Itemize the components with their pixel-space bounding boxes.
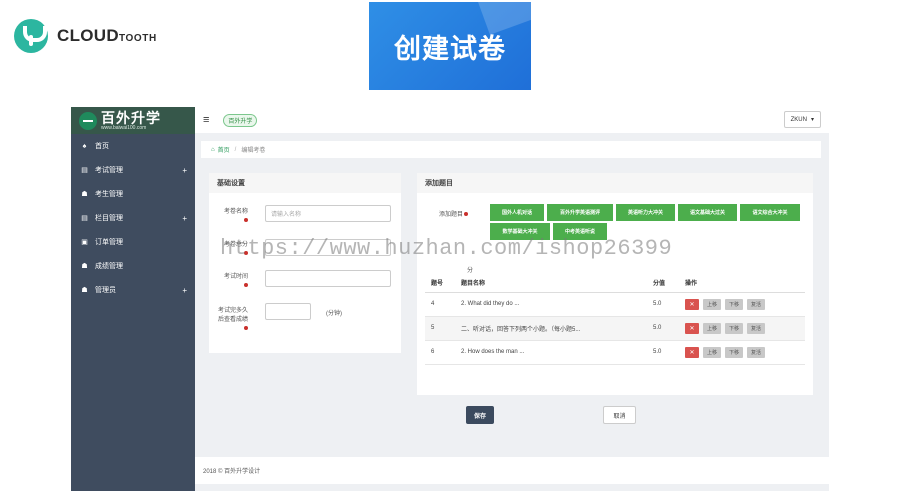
score-unit-label: 分 bbox=[467, 268, 474, 274]
question-number: 6 bbox=[425, 340, 455, 365]
order-icon: ▣ bbox=[81, 239, 88, 246]
score-icon: ☗ bbox=[81, 263, 88, 270]
column-header: 分值 bbox=[647, 274, 679, 293]
move-down-button[interactable]: 下移 bbox=[725, 346, 744, 358]
questions-table: 题号 题目名称 分值 操作 4 2. What did they do ... … bbox=[425, 274, 805, 365]
home-icon: ♠ bbox=[82, 142, 87, 150]
breadcrumb: ⌂ 首页 / 编辑考卷 bbox=[201, 141, 821, 158]
question-type-button[interactable]: 国外人机对话 bbox=[490, 204, 544, 221]
footer-copyright: 2018 © 百外升学设计 bbox=[203, 469, 261, 475]
move-down-button[interactable]: 下移 bbox=[725, 322, 744, 334]
slide-title: 创建试卷 bbox=[394, 33, 506, 64]
reset-button[interactable]: 复活 bbox=[747, 298, 766, 310]
exam-time-label: 考试时间 bbox=[223, 274, 248, 280]
sidebar-menu: ♠ 首页 ▤ 考试管理 + ☗ 考生管理 ▤ 栏目管理 + ▣ 订单管理 ☗ 成绩管理 ☗ 管理员… bbox=[71, 134, 195, 302]
site-tag[interactable]: 百外升学 bbox=[223, 113, 258, 127]
cloudtooth-logo: CLOUDTOOTH bbox=[14, 19, 157, 53]
question-type-label: 添加题目 bbox=[439, 209, 469, 218]
add-questions-title: 添加题目 bbox=[417, 173, 813, 193]
footer: 2018 © 百外升学设计 bbox=[195, 457, 829, 484]
app-logo[interactable]: 百外升学 www.baiwai100.com bbox=[71, 107, 195, 134]
logo-title: 百外升学 bbox=[101, 109, 161, 126]
required-dot bbox=[244, 218, 248, 223]
sidebar-item-home[interactable]: ♠ 首页 bbox=[71, 134, 195, 158]
users-icon: ☗ bbox=[81, 191, 88, 198]
sidebar-item-scores[interactable]: ☗ 成绩管理 bbox=[71, 254, 195, 278]
cancel-button[interactable]: 取消 bbox=[603, 406, 636, 424]
delete-button[interactable]: ✕ bbox=[685, 346, 699, 358]
column-header: 操作 bbox=[679, 274, 805, 293]
topbar: ≡ 百外升学 ZKUN ▾ bbox=[195, 107, 829, 133]
delete-button[interactable]: ✕ bbox=[685, 298, 699, 310]
add-questions-panel: 添加题目 添加题目 国外人机对话 百外升学英语测评 英语听力大冲关 语文基础大过… bbox=[417, 173, 813, 395]
review-delay-input[interactable] bbox=[265, 303, 311, 320]
review-delay-label: 考试完多久后查看成绩 bbox=[218, 307, 248, 334]
logo-url: www.baiwai100.com bbox=[101, 124, 147, 131]
delete-button[interactable]: ✕ bbox=[685, 322, 699, 334]
paper-name-row: 考卷名称 请输入名称 bbox=[209, 203, 401, 233]
table-row: 5 二、听对话，回答下列两个小题。（每小题5... 5.0 ✕ 上移 下移 复活 bbox=[425, 316, 805, 341]
table-row: 4 2. What did they do ... 5.0 ✕ 上移 下移 复活 bbox=[425, 292, 805, 317]
question-number: 4 bbox=[425, 292, 455, 317]
sidebar-item-columns[interactable]: ▤ 栏目管理 + bbox=[71, 206, 195, 230]
breadcrumb-home[interactable]: 首页 bbox=[218, 145, 230, 154]
user-menu-button[interactable]: ZKUN ▾ bbox=[783, 111, 821, 128]
basic-settings-title: 基础设置 bbox=[209, 173, 401, 193]
reset-button[interactable]: 复活 bbox=[747, 346, 766, 358]
review-delay-row: 考试完多久后查看成绩 (分钟) bbox=[209, 303, 401, 343]
move-down-button[interactable]: 下移 bbox=[725, 298, 744, 310]
sidebar-item-exam[interactable]: ▤ 考试管理 + bbox=[71, 158, 195, 182]
paper-name-input[interactable]: 请输入名称 bbox=[265, 205, 391, 222]
watermark-text: https://www.huzhan.com/ishop26399 bbox=[220, 236, 673, 261]
question-name: 2. How does the man ... bbox=[455, 340, 647, 365]
logo-icon bbox=[79, 111, 97, 130]
reset-button[interactable]: 复活 bbox=[747, 322, 766, 334]
sidebar-item-students[interactable]: ☗ 考生管理 bbox=[71, 182, 195, 206]
book-icon: ▤ bbox=[81, 167, 88, 174]
sidebar-item-orders[interactable]: ▣ 订单管理 bbox=[71, 230, 195, 254]
table-header-row: 题号 题目名称 分值 操作 bbox=[425, 274, 805, 293]
exam-time-row: 考试时间 bbox=[209, 268, 401, 298]
question-score: 5.0 bbox=[647, 340, 679, 365]
column-header: 题目名称 bbox=[455, 274, 647, 293]
save-button[interactable]: 保存 bbox=[466, 406, 494, 424]
user-name: ZKUN bbox=[790, 116, 807, 123]
paper-name-label: 考卷名称 bbox=[223, 209, 248, 215]
chevron-down-icon: ▾ bbox=[810, 117, 814, 123]
cloudtooth-logo-text: CLOUDTOOTH bbox=[57, 26, 157, 45]
app-window: 百外升学 www.baiwai100.com ♠ 首页 ▤ 考试管理 + ☗ 考生管理 … bbox=[71, 107, 829, 491]
review-delay-unit: (分钟) bbox=[326, 311, 342, 317]
question-type-button[interactable]: 语文基础大过关 bbox=[678, 204, 737, 221]
breadcrumb-separator: / bbox=[234, 146, 237, 153]
question-name: 二、听对话，回答下列两个小题。（每小题5... bbox=[455, 316, 647, 341]
question-score: 5.0 bbox=[647, 316, 679, 341]
sidebar: 百外升学 www.baiwai100.com ♠ 首页 ▤ 考试管理 + ☗ 考生管理 … bbox=[71, 107, 195, 491]
question-type-button[interactable]: 语文综合大冲关 bbox=[740, 204, 800, 221]
expand-icon: + bbox=[182, 213, 187, 223]
admin-icon: ☗ bbox=[81, 287, 88, 294]
breadcrumb-current: 编辑考卷 bbox=[241, 148, 266, 154]
column-icon: ▤ bbox=[81, 215, 88, 222]
exam-time-input[interactable] bbox=[265, 270, 391, 287]
expand-icon: + bbox=[182, 165, 187, 175]
move-up-button[interactable]: 上移 bbox=[703, 322, 722, 334]
question-type-button[interactable]: 百外升学英语测评 bbox=[547, 204, 613, 221]
table-row: 6 2. How does the man ... 5.0 ✕ 上移 下移 复活 bbox=[425, 340, 805, 365]
move-up-button[interactable]: 上移 bbox=[703, 298, 722, 310]
move-up-button[interactable]: 上移 bbox=[703, 346, 722, 358]
sidebar-item-admins[interactable]: ☗ 管理员 + bbox=[71, 278, 195, 302]
slide-title-banner: 创建试卷 bbox=[369, 2, 531, 90]
basic-settings-panel: 基础设置 考卷名称 请输入名称 考卷总分 考试时间 考试完多久后查看成绩 (分钟… bbox=[209, 173, 401, 353]
hamburger-icon[interactable]: ≡ bbox=[203, 114, 209, 126]
home-icon: ⌂ bbox=[211, 146, 215, 153]
cloudtooth-logo-mark bbox=[14, 19, 48, 53]
expand-icon: + bbox=[182, 285, 187, 295]
question-number: 5 bbox=[425, 316, 455, 341]
required-dot bbox=[244, 283, 248, 288]
question-type-button[interactable]: 英语听力大冲关 bbox=[616, 204, 675, 221]
column-header: 题号 bbox=[425, 274, 455, 293]
question-score: 5.0 bbox=[647, 292, 679, 317]
question-name: 2. What did they do ... bbox=[455, 292, 647, 317]
